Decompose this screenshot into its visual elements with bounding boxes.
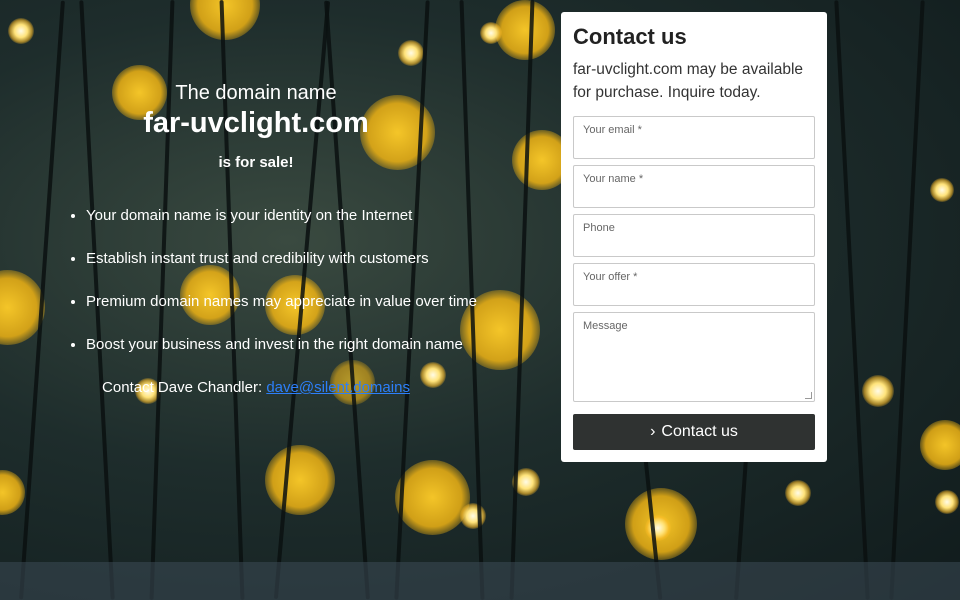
benefit-item: Premium domain names may appreciate in v… — [86, 293, 480, 310]
bokeh-light — [480, 22, 502, 44]
chevron-right-icon: › — [650, 423, 656, 440]
promo-heading: The domain name — [175, 82, 337, 104]
bokeh-light — [395, 460, 470, 535]
form-title: Contact us — [573, 24, 687, 49]
benefit-item: Your domain name is your identity on the… — [86, 207, 480, 224]
phone-placeholder: Phone — [583, 222, 615, 234]
offer-field[interactable]: Your offer * — [573, 263, 815, 306]
bokeh-light — [930, 178, 954, 202]
bokeh-light — [935, 490, 959, 514]
contact-submit-button[interactable]: › Contact us — [573, 414, 815, 450]
domain-name: far-uvclight.com — [143, 107, 369, 139]
bokeh-light — [862, 375, 894, 407]
phone-field[interactable]: Phone — [573, 214, 815, 257]
bokeh-light — [398, 40, 424, 66]
form-description: far-uvclight.com may be available for pu… — [573, 61, 804, 101]
bokeh-light — [190, 0, 260, 40]
contact-form-card: Contact us far-uvclight.com may be avail… — [561, 12, 827, 462]
submit-label: Contact us — [661, 423, 738, 440]
name-field[interactable]: Your name * — [573, 165, 815, 208]
bokeh-light — [8, 18, 34, 44]
footer-band — [0, 562, 960, 600]
bokeh-light — [460, 503, 486, 529]
message-placeholder: Message — [583, 320, 628, 332]
message-textarea[interactable]: Message — [573, 312, 815, 402]
benefits-list: Your domain name is your identity on the… — [60, 207, 480, 353]
benefit-item: Boost your business and invest in the ri… — [86, 336, 480, 353]
email-field[interactable]: Your email * — [573, 116, 815, 159]
bokeh-light — [785, 480, 811, 506]
offer-placeholder: Your offer * — [583, 271, 638, 283]
resize-grip[interactable] — [805, 392, 812, 399]
name-placeholder: Your name * — [583, 173, 644, 185]
for-sale-text: is for sale! — [218, 154, 294, 171]
contact-prefix: Contact Dave Chandler: — [102, 379, 267, 396]
bokeh-light — [0, 470, 25, 515]
bokeh-light — [920, 420, 960, 470]
bokeh-light — [495, 0, 555, 60]
bokeh-light — [265, 445, 335, 515]
email-placeholder: Your email * — [583, 124, 642, 136]
light-wire — [834, 0, 870, 600]
benefit-item: Establish instant trust and credibility … — [86, 250, 480, 267]
sale-promo: The domain name far-uvclight.com is for … — [60, 82, 480, 396]
light-wire — [889, 0, 925, 600]
contact-email-link[interactable]: dave@silent.domains — [266, 379, 410, 396]
contact-line: Contact Dave Chandler: dave@silent.domai… — [32, 379, 480, 396]
